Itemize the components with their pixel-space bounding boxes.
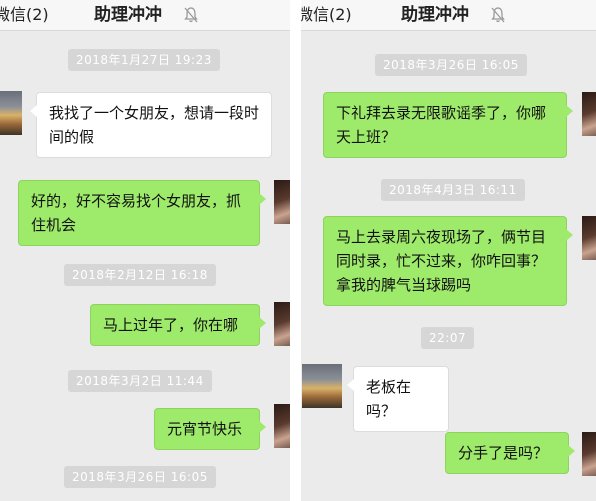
sent-message: 分手了是吗？ — [445, 432, 575, 474]
chat-header: 微信(2) 助理冲冲 — [0, 0, 290, 31]
avatar[interactable] — [274, 302, 290, 346]
sent-message: 马上过年了，你在哪 — [90, 304, 266, 346]
back-button[interactable]: 微信(2) — [301, 0, 352, 30]
chat-title: 助理冲冲 — [94, 5, 162, 25]
timestamp: 2018年2月12日 16:18 — [64, 264, 216, 286]
avatar[interactable] — [0, 91, 22, 135]
sent-message: 下礼拜去录无限歌谣季了，你哪天上班？ — [323, 92, 573, 158]
avatar[interactable] — [274, 180, 290, 224]
sent-message: 马上去录周六夜现场了，俩节目同时录，忙不过来，你咋回事？拿我的脾气当球踢吗 — [323, 216, 573, 306]
avatar[interactable] — [274, 404, 290, 448]
timestamp: 22:07 — [421, 327, 475, 349]
chat-header: 微信(2) 助理冲冲 — [301, 0, 596, 31]
bell-off-icon — [184, 7, 198, 23]
timestamp: 2018年1月27日 19:23 — [68, 49, 220, 71]
timestamp: 2018年3月2日 11:44 — [68, 370, 212, 392]
avatar[interactable] — [582, 432, 596, 476]
received-message: 我找了一个女朋友，想请一段时间的假 — [30, 92, 272, 158]
sent-message: 元宵节快乐 — [154, 408, 266, 450]
timestamp: 2018年4月3日 16:11 — [381, 179, 525, 201]
timestamp: 2018年3月26日 16:05 — [375, 54, 527, 76]
timestamp: 2018年3月26日 16:05 — [64, 466, 216, 488]
avatar[interactable] — [302, 364, 342, 408]
avatar[interactable] — [582, 216, 596, 260]
bell-off-icon — [491, 7, 505, 23]
panel-divider — [290, 0, 301, 501]
chat-title: 助理冲冲 — [401, 5, 469, 25]
back-button[interactable]: 微信(2) — [0, 0, 49, 30]
received-message: 老板在吗？ — [347, 366, 449, 432]
chat-panel-left: 微信(2) 助理冲冲 2018年1月27日 19:23 我找了一个女朋友，想请一… — [0, 0, 290, 501]
avatar[interactable] — [582, 92, 596, 136]
chat-panel-right: 微信(2) 助理冲冲 2018年3月26日 16:05 下礼拜去录无限歌谣季了，… — [301, 0, 596, 501]
sent-message: 好的，好不容易找个女朋友，抓住机会 — [18, 180, 266, 246]
